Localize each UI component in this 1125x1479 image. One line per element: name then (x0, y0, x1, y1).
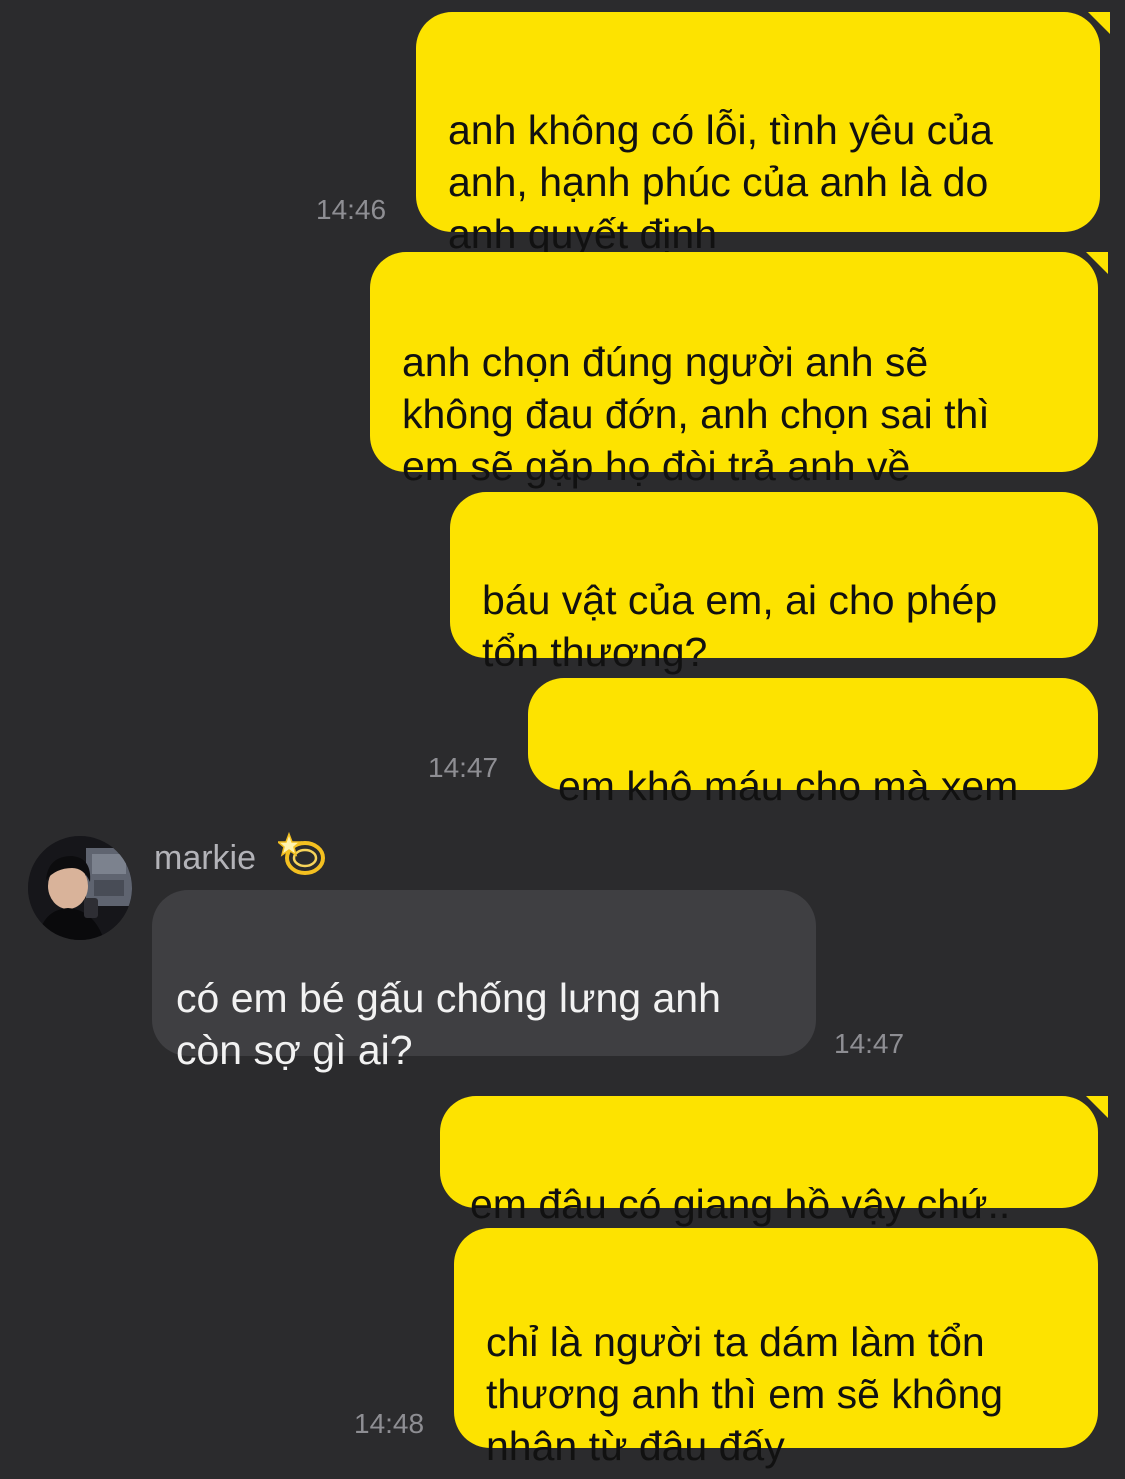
message-text: em khô máu cho mà xem (558, 763, 1019, 809)
message-text: báu vật của em, ai cho phép tổn thương? (482, 577, 998, 675)
message-timestamp: 14:48 (354, 1408, 425, 1439)
outgoing-message-bubble[interactable]: em khô máu cho mà xem (528, 678, 1098, 809)
message-text: anh không có lỗi, tình yêu của anh, hạnh… (448, 107, 993, 257)
outgoing-message-bubble[interactable]: em đâu có giang hồ vậy chứ.. (440, 1096, 1108, 1227)
message-text: em đâu có giang hồ vậy chứ.. (470, 1181, 1011, 1227)
message-timestamp: 14:47 (428, 752, 499, 783)
outgoing-message-bubble[interactable]: anh không có lỗi, tình yêu của anh, hạnh… (416, 12, 1110, 257)
outgoing-message-bubble[interactable]: chỉ là người ta dám làm tổn thương anh t… (454, 1228, 1098, 1469)
sender-avatar[interactable] (28, 836, 132, 940)
bubble-tail (1086, 252, 1108, 274)
message-text: chỉ là người ta dám làm tổn thương anh t… (486, 1319, 1004, 1469)
message-timestamp: 14:47 (834, 1028, 905, 1059)
message-timestamp: 14:46 (316, 194, 387, 225)
sender-name: markie (154, 839, 257, 877)
bubble-tail (1088, 12, 1110, 34)
outgoing-message-bubble[interactable]: anh chọn đúng người anh sẽ không đau đớn… (370, 252, 1108, 489)
outgoing-message-bubble[interactable]: báu vật của em, ai cho phép tổn thương? (450, 492, 1098, 675)
bubble-tail (1086, 1096, 1108, 1118)
message-text: có em bé gấu chống lưng anh còn sợ gì ai… (176, 975, 721, 1073)
message-text: anh chọn đúng người anh sẽ không đau đớn… (402, 339, 990, 489)
incoming-message-bubble[interactable]: có em bé gấu chống lưng anh còn sợ gì ai… (152, 890, 816, 1073)
avatar-photo (28, 836, 132, 940)
dizzy-star-icon (278, 831, 325, 875)
